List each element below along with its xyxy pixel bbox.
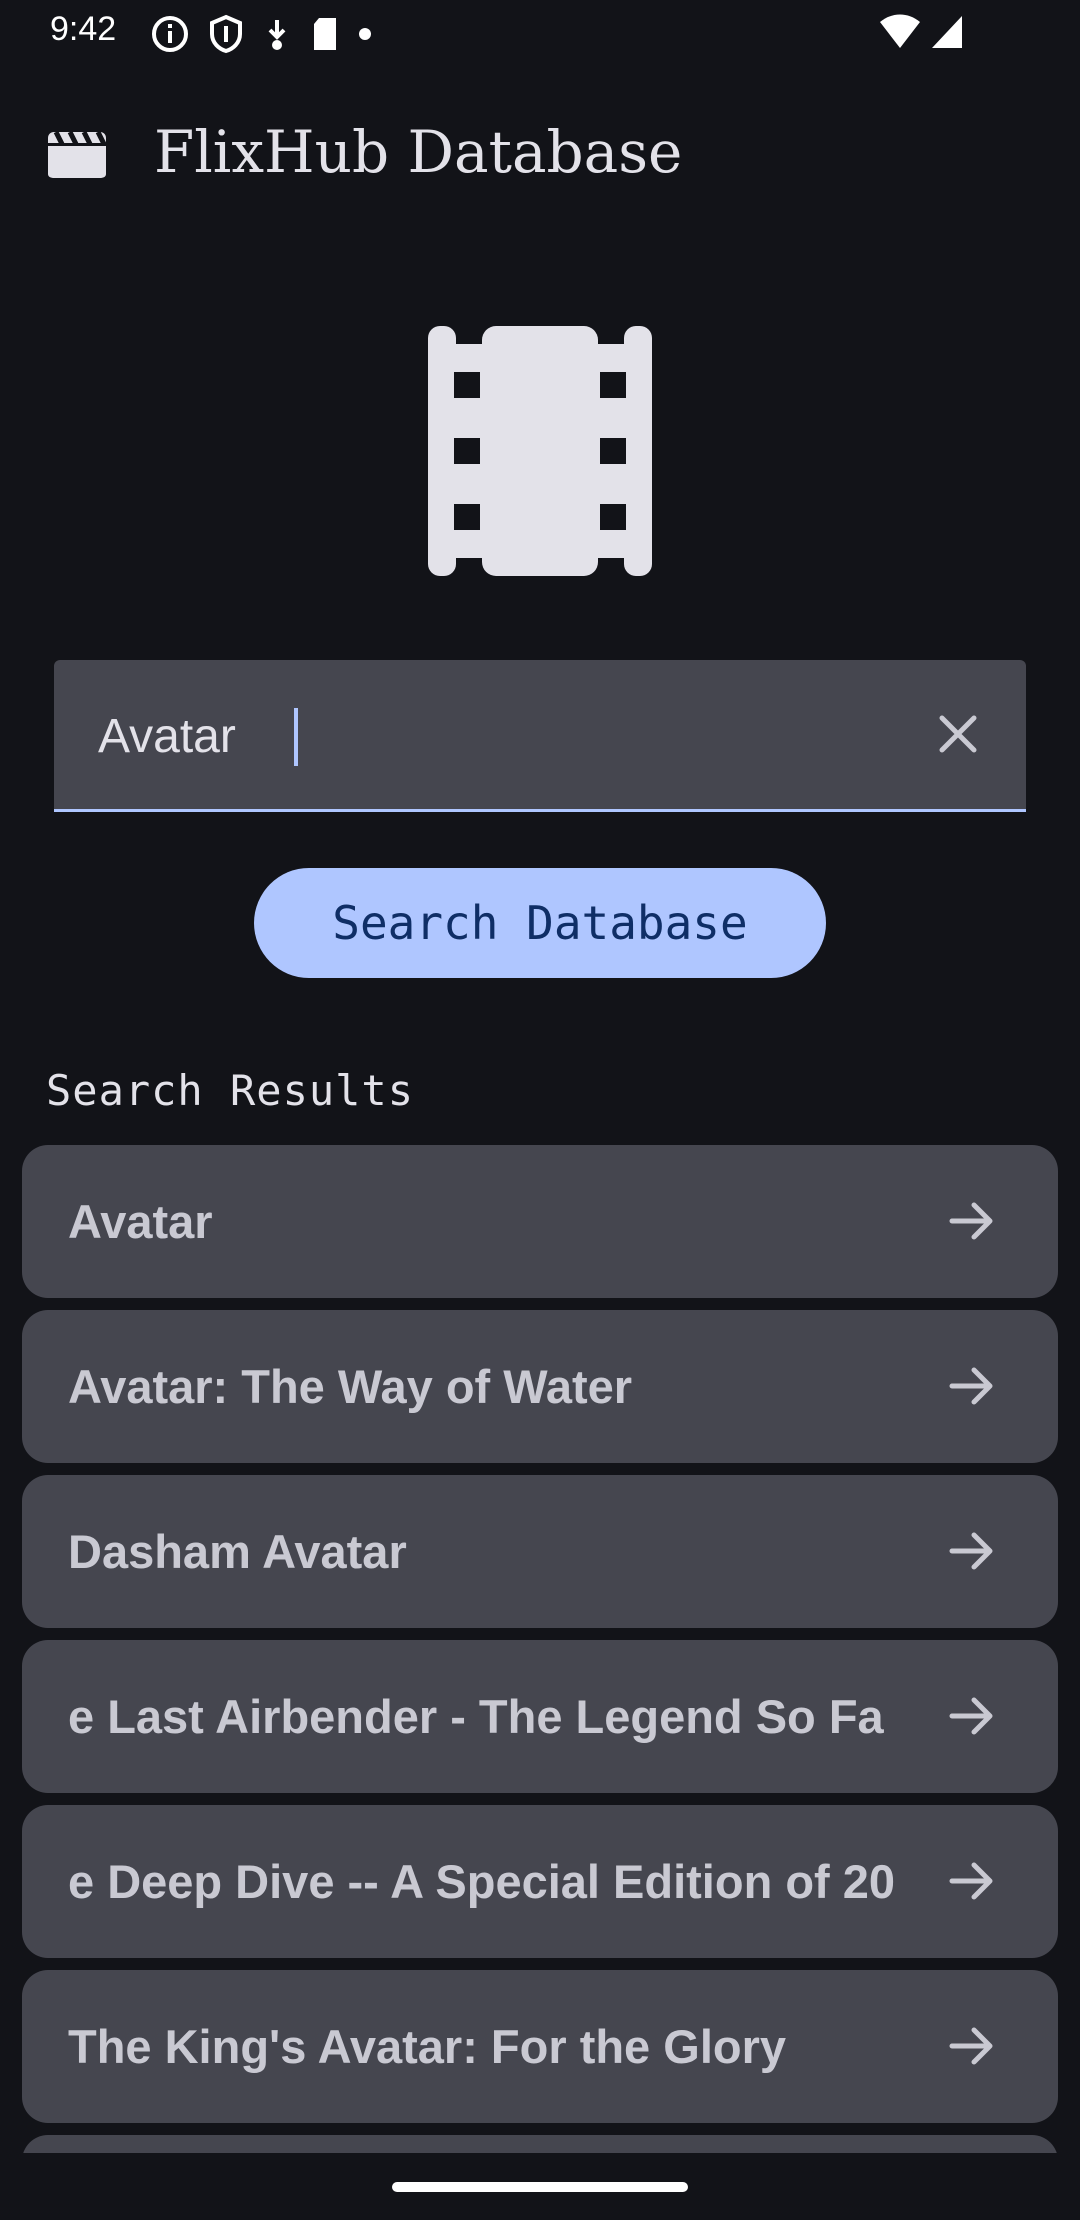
status-icons-right [880, 14, 964, 50]
result-item[interactable]: e Last Airbender - The Legend So Fa [22, 1640, 1058, 1793]
arrow-right-icon [949, 1697, 993, 1735]
arrow-right-icon [949, 2027, 993, 2065]
info-icon [152, 16, 188, 52]
arrow-right-icon [949, 1862, 993, 1900]
result-title: The King's Avatar: For the Glory [68, 2020, 787, 2073]
text-cursor [294, 708, 298, 766]
result-title: e Last Airbender - The Legend So Fa [68, 1690, 884, 1743]
result-item[interactable]: Dasham Avatar [22, 1475, 1058, 1628]
film-strip-icon [428, 326, 652, 576]
close-icon[interactable] [936, 712, 980, 756]
arrow-right-icon [949, 1367, 993, 1405]
download-icon [268, 20, 286, 50]
result-item[interactable] [22, 2135, 1058, 2153]
app-bar: FlixHub Database [0, 100, 1080, 210]
arrow-right-icon [949, 1532, 993, 1570]
clapperboard-icon [48, 130, 106, 178]
result-title: e Deep Dive -- A Special Edition of 20 [68, 1855, 896, 1908]
gesture-nav-handle[interactable] [392, 2182, 688, 2192]
shield-icon [210, 14, 242, 54]
result-item[interactable]: e Deep Dive -- A Special Edition of 20 [22, 1805, 1058, 1958]
result-title: Avatar [68, 1195, 213, 1248]
results-heading: Search Results [46, 1066, 415, 1115]
results-list[interactable]: Avatar Avatar: The Way of Water Dasham A… [22, 1145, 1058, 2153]
status-bar: 9:42 [0, 0, 1080, 66]
signal-icon [932, 16, 962, 48]
status-time: 9:42 [50, 10, 117, 48]
result-title: Dasham Avatar [68, 1525, 407, 1578]
search-input[interactable] [98, 704, 898, 768]
search-field[interactable] [54, 660, 1026, 812]
arrow-right-icon [949, 1202, 993, 1240]
sd-card-icon [314, 18, 336, 50]
wifi-icon [880, 14, 920, 48]
result-item[interactable]: The King's Avatar: For the Glory [22, 1970, 1058, 2123]
dot-icon [359, 28, 371, 40]
result-item[interactable]: Avatar: The Way of Water [22, 1310, 1058, 1463]
status-icons-left [150, 14, 372, 54]
result-item[interactable]: Avatar [22, 1145, 1058, 1298]
result-title: Avatar: The Way of Water [68, 1360, 633, 1413]
app-title: FlixHub Database [154, 118, 683, 186]
search-database-button[interactable]: Search Database [254, 868, 826, 978]
